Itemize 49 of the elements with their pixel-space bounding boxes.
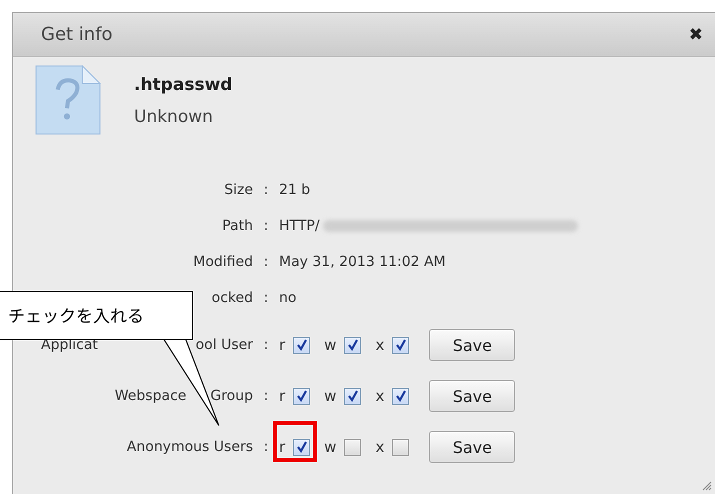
- file-name: .htpasswd: [134, 75, 232, 95]
- field-value: HTTP/: [279, 218, 320, 234]
- checkbox[interactable]: [392, 336, 410, 354]
- file-type: Unknown: [134, 107, 214, 127]
- checkbox[interactable]: [293, 438, 310, 456]
- checkbox[interactable]: [392, 438, 410, 456]
- resize-grip-icon[interactable]: [702, 481, 712, 491]
- checkbox[interactable]: [344, 388, 362, 404]
- field-label: Modified: [193, 254, 253, 270]
- separator: :: [262, 254, 270, 270]
- checkbox[interactable]: [392, 388, 410, 404]
- field-label: Size: [224, 182, 253, 198]
- checkbox[interactable]: [293, 388, 310, 404]
- window-title: Get info: [41, 24, 113, 45]
- permission-letter: w: [324, 336, 336, 354]
- callout: チェックを入れる: [0, 291, 193, 340]
- permission-letter: r: [279, 387, 286, 405]
- field-value: no: [279, 290, 296, 306]
- save-button[interactable]: Save: [429, 431, 516, 463]
- separator: :: [262, 290, 270, 306]
- permission-letter: w: [324, 438, 336, 456]
- save-button[interactable]: Save: [429, 329, 516, 361]
- unknown-file-icon: [35, 65, 101, 135]
- field-label: ocked: [212, 290, 253, 306]
- permission-label: Webspace: [114, 388, 186, 404]
- separator: :: [262, 439, 270, 455]
- checkbox[interactable]: [293, 336, 310, 354]
- close-button[interactable]: ✖: [684, 24, 707, 44]
- field-label: Path: [222, 218, 253, 234]
- separator: :: [262, 182, 270, 198]
- permission-label: Anonymous Users: [126, 439, 253, 455]
- permission-letter: r: [279, 438, 286, 456]
- separator: :: [262, 337, 270, 353]
- permission-label: Group: [210, 388, 253, 404]
- separator: :: [262, 388, 270, 404]
- checkbox[interactable]: [344, 438, 362, 456]
- checkbox[interactable]: [344, 336, 362, 354]
- highlight-frame: [273, 421, 317, 462]
- separator: :: [262, 218, 270, 234]
- permission-letter: w: [324, 387, 336, 405]
- permission-label: Applicat: [40, 337, 98, 353]
- permission-letter: r: [279, 336, 286, 354]
- permission-letter: x: [375, 387, 384, 405]
- permission-letter: x: [375, 336, 384, 354]
- field-value: 21 b: [279, 182, 310, 198]
- field-value: May 31, 2013 11:02 AM: [279, 254, 446, 270]
- permission-label: ool User: [196, 337, 253, 353]
- permission-letter: x: [375, 438, 384, 456]
- save-button[interactable]: Save: [429, 380, 516, 412]
